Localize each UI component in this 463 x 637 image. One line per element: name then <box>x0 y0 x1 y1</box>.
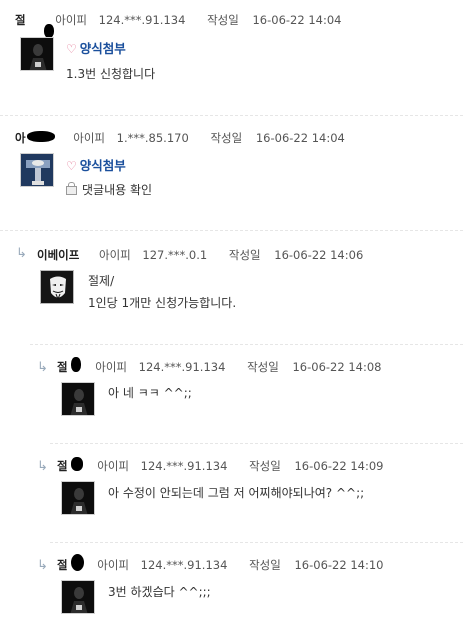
ip-address: 124.***.91.134 <box>140 459 228 473</box>
avatar-image <box>70 587 88 613</box>
divider <box>0 115 463 116</box>
reply-arrow-icon: ↳ <box>37 459 48 474</box>
comment-body: 아 네 ㅋㅋ ^^;; <box>108 386 192 400</box>
date-label: 작성일 <box>249 459 281 473</box>
ip-label: 아이피 <box>98 248 131 262</box>
author-name[interactable]: 절 <box>57 360 68 374</box>
comment-body: 댓글내용 확인 <box>66 181 152 198</box>
group-name: 양식첨부 <box>79 41 126 56</box>
heart-icon: ♡ <box>66 42 77 56</box>
redaction-mark <box>27 131 55 142</box>
redaction-mark <box>44 24 54 38</box>
avatar[interactable] <box>61 580 95 614</box>
comment-header: 절 아이피 124.***.91.134 작성일 16-06-22 14:04 <box>15 12 342 38</box>
comment-date: 16-06-22 14:10 <box>294 558 384 572</box>
redaction-mark <box>71 554 84 571</box>
comment-date: 16-06-22 14:06 <box>274 248 364 262</box>
comment-date: 16-06-22 14:04 <box>255 131 345 145</box>
comment-body: 1.3번 신청합니다 <box>66 67 156 81</box>
author-name[interactable]: 절 <box>57 558 68 572</box>
heart-icon: ♡ <box>66 159 77 173</box>
redaction-mark <box>71 457 83 471</box>
reply-arrow-icon: ↳ <box>16 246 27 261</box>
date-label: 작성일 <box>228 248 261 262</box>
divider <box>50 443 463 444</box>
ip-address: 127.***.0.1 <box>142 248 208 262</box>
divider <box>30 344 463 345</box>
ip-label: 아이피 <box>95 360 127 374</box>
date-label: 작성일 <box>210 131 243 145</box>
comment-body: 아 수정이 안되는데 그럼 저 어찌해야되나여? ^^;; <box>108 486 365 500</box>
comment-date: 16-06-22 14:08 <box>292 360 382 374</box>
ip-label: 아이피 <box>55 13 87 27</box>
avatar-image <box>70 389 88 415</box>
avatar[interactable] <box>20 153 54 187</box>
ip-label: 아이피 <box>73 131 105 145</box>
ip-label: 아이피 <box>97 459 129 473</box>
comment-header: 절 아이피 124.***.91.134 작성일 16-06-22 14:10 <box>57 554 384 573</box>
comment-body: 1인당 1개만 신청가능합니다. <box>88 296 237 310</box>
avatar-image <box>29 44 47 70</box>
comment-date: 16-06-22 14:04 <box>252 13 342 27</box>
avatar-image <box>21 154 53 186</box>
comment-header: 아 아이피 1.***.85.170 작성일 16-06-22 14:04 <box>15 130 345 146</box>
author-name[interactable]: 절 <box>57 459 68 473</box>
comment-body: 3번 하겠습다 ^^;;; <box>108 585 211 599</box>
avatar-image <box>41 271 73 303</box>
avatar[interactable] <box>61 382 95 416</box>
group-badge: ♡ 양식첨부 <box>66 155 126 174</box>
ip-address: 124.***.91.134 <box>138 360 226 374</box>
secret-comment-link[interactable]: 댓글내용 확인 <box>82 183 152 197</box>
redaction-mark <box>71 357 81 372</box>
ip-address: 124.***.91.134 <box>140 558 228 572</box>
author-name[interactable]: 아 <box>15 131 26 145</box>
date-label: 작성일 <box>249 558 281 572</box>
comment-body: 절제/ <box>88 274 115 288</box>
avatar[interactable] <box>40 270 74 304</box>
lock-icon <box>66 182 77 195</box>
avatar-image <box>70 488 88 514</box>
ip-label: 아이피 <box>97 558 129 572</box>
ip-address: 1.***.85.170 <box>116 131 189 145</box>
divider <box>50 542 463 543</box>
date-label: 작성일 <box>207 13 239 27</box>
author-name[interactable]: 이베이프 <box>37 248 79 262</box>
group-badge: ♡ 양식첨부 <box>66 38 126 57</box>
author-name[interactable]: 절 <box>15 13 26 27</box>
divider <box>0 230 463 231</box>
comment-date: 16-06-22 14:09 <box>294 459 384 473</box>
reply-arrow-icon: ↳ <box>37 558 48 573</box>
ip-address: 124.***.91.134 <box>98 13 186 27</box>
reply-arrow-icon: ↳ <box>37 360 48 375</box>
avatar[interactable] <box>61 481 95 515</box>
comment-header: 절 아이피 124.***.91.134 작성일 16-06-22 14:09 <box>57 457 384 474</box>
comment-header: 이베이프 아이피 127.***.0.1 작성일 16-06-22 14:06 <box>37 247 363 263</box>
date-label: 작성일 <box>247 360 279 374</box>
group-name: 양식첨부 <box>79 158 126 173</box>
avatar[interactable] <box>20 37 54 71</box>
comment-header: 절 아이피 124.***.91.134 작성일 16-06-22 14:08 <box>57 357 382 375</box>
